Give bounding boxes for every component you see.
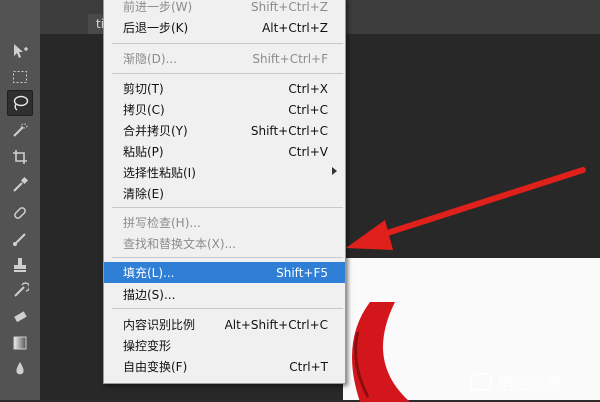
watermark-text: 悟空问答 xyxy=(498,374,563,393)
history-brush-icon[interactable] xyxy=(7,278,33,304)
menu-item-puppet-warp[interactable]: 操控变形 xyxy=(104,335,345,356)
menu-item-copy[interactable]: 拷贝(C) Ctrl+C xyxy=(104,99,345,120)
clone-stamp-icon[interactable] xyxy=(7,252,33,278)
menu-item-label: 自由变换(F) xyxy=(123,360,188,374)
menu-item-label: 内容识别比例 xyxy=(123,318,196,332)
crop-icon[interactable] xyxy=(7,144,33,170)
menu-item-find-replace[interactable]: 查找和替换文本(X)... xyxy=(104,233,345,254)
menu-item-shortcut: Ctrl+T xyxy=(289,359,328,374)
menu-item-label: 描边(S)... xyxy=(123,288,176,302)
menu-item-clear[interactable]: 清除(E) xyxy=(104,183,345,204)
menu-item-fade[interactable]: 渐隐(D)... Shift+Ctrl+F xyxy=(104,48,345,69)
menu-item-label: 渐隐(D)... xyxy=(123,52,178,66)
menu-item-label: 拷贝(C) xyxy=(123,103,165,117)
menu-item-content-aware-scale[interactable]: 内容识别比例 Alt+Shift+Ctrl+C xyxy=(104,314,345,335)
menu-item-free-transform[interactable]: 自由变换(F) Ctrl+T xyxy=(104,356,345,377)
menu-separator xyxy=(112,207,343,208)
menu-item-shortcut: Shift+Ctrl+Z xyxy=(251,0,328,14)
menu-item-shortcut: Alt+Shift+Ctrl+C xyxy=(224,317,328,332)
menu-item-label: 粘贴(P) xyxy=(123,145,164,159)
menu-item-label: 查找和替换文本(X)... xyxy=(123,237,237,251)
menu-item-fill[interactable]: 填充(L)... Shift+F5 xyxy=(104,262,345,283)
menu-item-label: 剪切(T) xyxy=(123,82,164,96)
menu-item-label: 填充(L)... xyxy=(123,266,175,280)
menu-item-shortcut: Shift+F5 xyxy=(276,265,328,280)
menu-item-copy-merged[interactable]: 合并拷贝(Y) Shift+Ctrl+C xyxy=(104,120,345,141)
red-artwork xyxy=(352,302,410,402)
eraser-icon[interactable] xyxy=(7,304,33,330)
watermark: 悟空问答 xyxy=(470,370,562,394)
menu-item-shortcut: Shift+Ctrl+F xyxy=(252,51,328,66)
menu-item-cut[interactable]: 剪切(T) Ctrl+X xyxy=(104,78,345,99)
menu-separator xyxy=(112,43,343,44)
menu-item-label: 操控变形 xyxy=(123,339,172,353)
menu-item-label: 合并拷贝(Y) xyxy=(123,124,188,138)
submenu-arrow-icon xyxy=(332,167,337,175)
menu-item-step-forward[interactable]: 前进一步(W) Shift+Ctrl+Z xyxy=(104,0,345,17)
menu-item-label: 选择性粘贴(I) xyxy=(123,166,196,180)
menu-item-shortcut: Ctrl+V xyxy=(288,144,328,159)
menu-item-spell-check[interactable]: 拼写检查(H)... xyxy=(104,212,345,233)
menu-separator xyxy=(112,308,343,309)
quick-select-icon[interactable] xyxy=(7,118,33,144)
move-icon[interactable] xyxy=(7,38,33,64)
lasso-icon[interactable] xyxy=(7,90,33,116)
marquee-icon[interactable] xyxy=(7,64,33,90)
menu-separator xyxy=(112,73,343,74)
menu-item-label: 前进一步(W) xyxy=(123,0,193,14)
menu-separator xyxy=(112,257,343,258)
menu-item-paste-special[interactable]: 选择性粘贴(I) xyxy=(104,162,345,183)
menu-item-shortcut: Alt+Ctrl+Z xyxy=(262,20,328,35)
eyedropper-icon[interactable] xyxy=(7,172,33,198)
menu-item-label: 清除(E) xyxy=(123,187,164,201)
menu-item-stroke[interactable]: 描边(S)... xyxy=(104,284,345,305)
menu-item-label: 后退一步(K) xyxy=(123,21,189,35)
brush-icon[interactable] xyxy=(7,226,33,252)
tools-panel xyxy=(0,0,41,400)
menu-item-shortcut: Ctrl+C xyxy=(288,102,328,117)
blur-icon[interactable] xyxy=(7,356,33,382)
menu-item-step-backward[interactable]: 后退一步(K) Alt+Ctrl+Z xyxy=(104,17,345,38)
menu-item-shortcut: Shift+Ctrl+C xyxy=(250,123,328,138)
chat-bubble-icon xyxy=(470,373,492,391)
menu-item-shortcut: Ctrl+X xyxy=(288,81,328,96)
menu-item-paste[interactable]: 粘贴(P) Ctrl+V xyxy=(104,141,345,162)
menu-item-label: 拼写检查(H)... xyxy=(123,216,201,230)
gradient-icon[interactable] xyxy=(7,330,33,356)
edit-menu: 前进一步(W) Shift+Ctrl+Z 后退一步(K) Alt+Ctrl+Z … xyxy=(103,0,346,384)
healing-brush-icon[interactable] xyxy=(7,200,33,226)
